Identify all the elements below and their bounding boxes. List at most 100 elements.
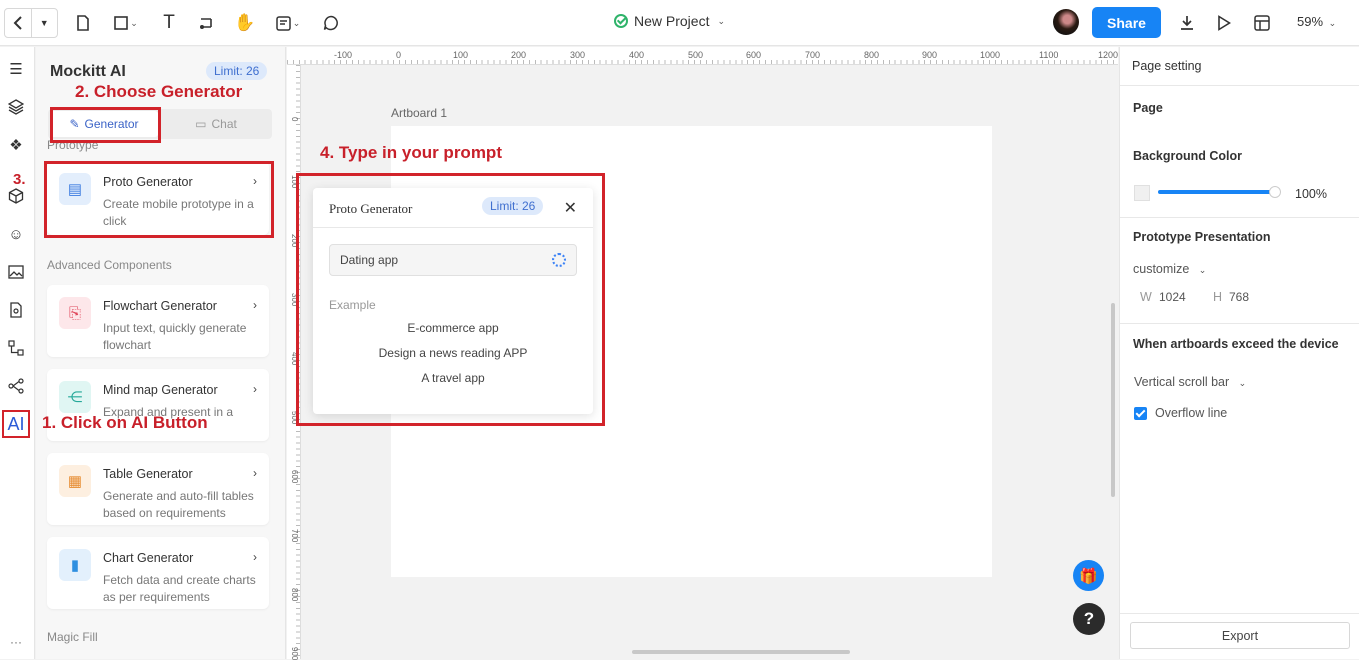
chevron-down-icon: ⌄ [1198, 265, 1207, 275]
width-input[interactable]: 1024 [1159, 290, 1186, 304]
ruler-tick: 700 [805, 50, 821, 60]
ruler-tick: 700 [290, 529, 299, 543]
page-heading: Page [1133, 101, 1163, 115]
flowchart-generator-card[interactable]: ⎘ Flowchart Generator Input text, quickl… [47, 285, 269, 357]
avatar[interactable] [1053, 9, 1079, 35]
chevron-right-icon: › [253, 298, 257, 312]
comment-icon[interactable] [318, 10, 344, 36]
annotation-step1: 1. Click on AI Button [42, 413, 208, 432]
table-icon: ▦ [59, 465, 91, 497]
height-input[interactable]: 768 [1229, 290, 1249, 304]
table-generator-card[interactable]: ▦ Table Generator Generate and auto-fill… [47, 453, 269, 525]
ruler-tick: 500 [688, 50, 704, 60]
back-button-group[interactable]: ▼ [4, 8, 58, 38]
bar-chart-icon: ▮ [59, 549, 91, 581]
presentation-select-value: customize [1133, 262, 1190, 276]
component-tool-icon[interactable]: ⌄ [268, 10, 308, 36]
layout-icon[interactable] [1249, 10, 1275, 36]
horizontal-scrollbar[interactable] [632, 650, 850, 654]
overflow-line-checkbox[interactable] [1134, 407, 1147, 420]
hand-tool-icon[interactable]: ✋ [232, 10, 258, 36]
ai-button[interactable]: AI [2, 410, 30, 438]
zoom-level-label: 59% [1297, 14, 1324, 29]
annotation-box-proto-card [44, 161, 274, 238]
box-icon[interactable] [5, 185, 27, 207]
tab-chat-label: Chat [211, 117, 237, 131]
left-icon-rail: ☰ ❖ ☺ AI ··· [0, 47, 35, 659]
export-button[interactable]: Export [1130, 622, 1350, 649]
opacity-value[interactable]: 100% [1295, 187, 1327, 201]
zoom-level[interactable]: 59% ⌄ [1297, 14, 1336, 29]
list-icon[interactable]: ☰ [5, 58, 27, 80]
tab-chat[interactable]: ▭ Chat [162, 111, 270, 137]
ruler-tick: 100 [453, 50, 469, 60]
width-label: W [1140, 290, 1152, 304]
chart-generator-card[interactable]: ▮ Chart Generator Fetch data and create … [47, 537, 269, 609]
gift-icon[interactable]: 🎁 [1073, 560, 1104, 591]
back-arrow-icon[interactable] [5, 9, 32, 37]
ruler-tick: 800 [864, 50, 880, 60]
vertical-scrollbar[interactable] [1111, 303, 1115, 497]
download-icon[interactable] [1174, 10, 1200, 36]
top-toolbar: ▼ ⌄ T ✋ ⌄ New Project ⌄ Share 59% ⌄ [0, 0, 1359, 46]
ruler-tick: 600 [746, 50, 762, 60]
mindmap-icon[interactable] [5, 375, 27, 397]
ruler-tick: 300 [570, 50, 586, 60]
project-title[interactable]: New Project ⌄ [614, 13, 725, 29]
connector-tool-icon[interactable] [194, 10, 220, 36]
menu-caret-icon[interactable]: ▼ [32, 9, 58, 37]
slider-handle[interactable] [1269, 186, 1281, 198]
ruler-tick: 1200 [1098, 50, 1118, 60]
chat-icon: ▭ [195, 117, 207, 131]
page-icon[interactable] [70, 10, 96, 36]
chevron-down-icon: ⌄ [717, 15, 726, 26]
chevron-right-icon: › [253, 550, 257, 564]
opacity-slider[interactable] [1158, 190, 1274, 194]
ruler-top: -100 0 100 200 300 400 500 600 700 800 9… [287, 47, 1118, 65]
ruler-tick: 400 [629, 50, 645, 60]
divider [1120, 85, 1359, 86]
ruler-tick: 200 [511, 50, 527, 60]
components-icon[interactable]: ❖ [5, 134, 27, 156]
more-icon[interactable]: ··· [5, 631, 27, 653]
divider [1120, 323, 1359, 324]
card-title: Chart Generator [103, 551, 194, 565]
flow-icon[interactable] [5, 337, 27, 359]
share-button[interactable]: Share [1092, 7, 1161, 38]
ruler-tick: 1100 [1039, 50, 1059, 60]
background-color-heading: Background Color [1133, 149, 1243, 163]
ruler-tick: 800 [290, 588, 299, 602]
chevron-right-icon: › [253, 382, 257, 396]
panel-title: Mockitt AI [50, 63, 126, 80]
project-title-label: New Project [634, 13, 710, 29]
layers-icon[interactable] [5, 96, 27, 118]
ruler-tick: 0 [396, 50, 402, 60]
ruler-tick: 1000 [980, 50, 1001, 60]
card-title: Mind map Generator [103, 383, 218, 397]
rectangle-tool-icon[interactable]: ⌄ [106, 10, 146, 36]
document-icon[interactable] [5, 299, 27, 321]
limit-badge: Limit: 26 [206, 62, 268, 80]
overflow-line-label: Overflow line [1155, 406, 1228, 420]
scroll-mode-select[interactable]: Vertical scroll bar ⌄ [1134, 375, 1246, 389]
exceed-heading: When artboards exceed the device [1133, 337, 1339, 351]
help-icon[interactable]: ? [1073, 603, 1105, 635]
chevron-down-icon: ⌄ [1238, 378, 1247, 388]
presentation-select[interactable]: customize ⌄ [1133, 262, 1206, 276]
section-magic-fill: Magic Fill [47, 630, 98, 644]
height-label: H [1213, 290, 1223, 304]
emoji-icon[interactable]: ☺ [5, 223, 27, 245]
prototype-presentation-heading: Prototype Presentation [1133, 230, 1271, 244]
chevron-down-icon: ⌄ [1328, 18, 1337, 28]
ruler-tick: 0 [290, 117, 299, 122]
image-icon[interactable] [5, 261, 27, 283]
card-title: Flowchart Generator [103, 299, 217, 313]
color-swatch[interactable] [1134, 185, 1150, 201]
artboard-label[interactable]: Artboard 1 [391, 106, 447, 120]
play-icon[interactable] [1211, 10, 1237, 36]
page-setting-title: Page setting [1132, 59, 1202, 73]
page-settings-panel: Page setting Page Background Color 100% … [1119, 47, 1359, 659]
text-tool-icon[interactable]: T [156, 10, 182, 36]
card-desc: Fetch data and create charts as per requ… [103, 573, 256, 604]
chevron-right-icon: › [253, 466, 257, 480]
